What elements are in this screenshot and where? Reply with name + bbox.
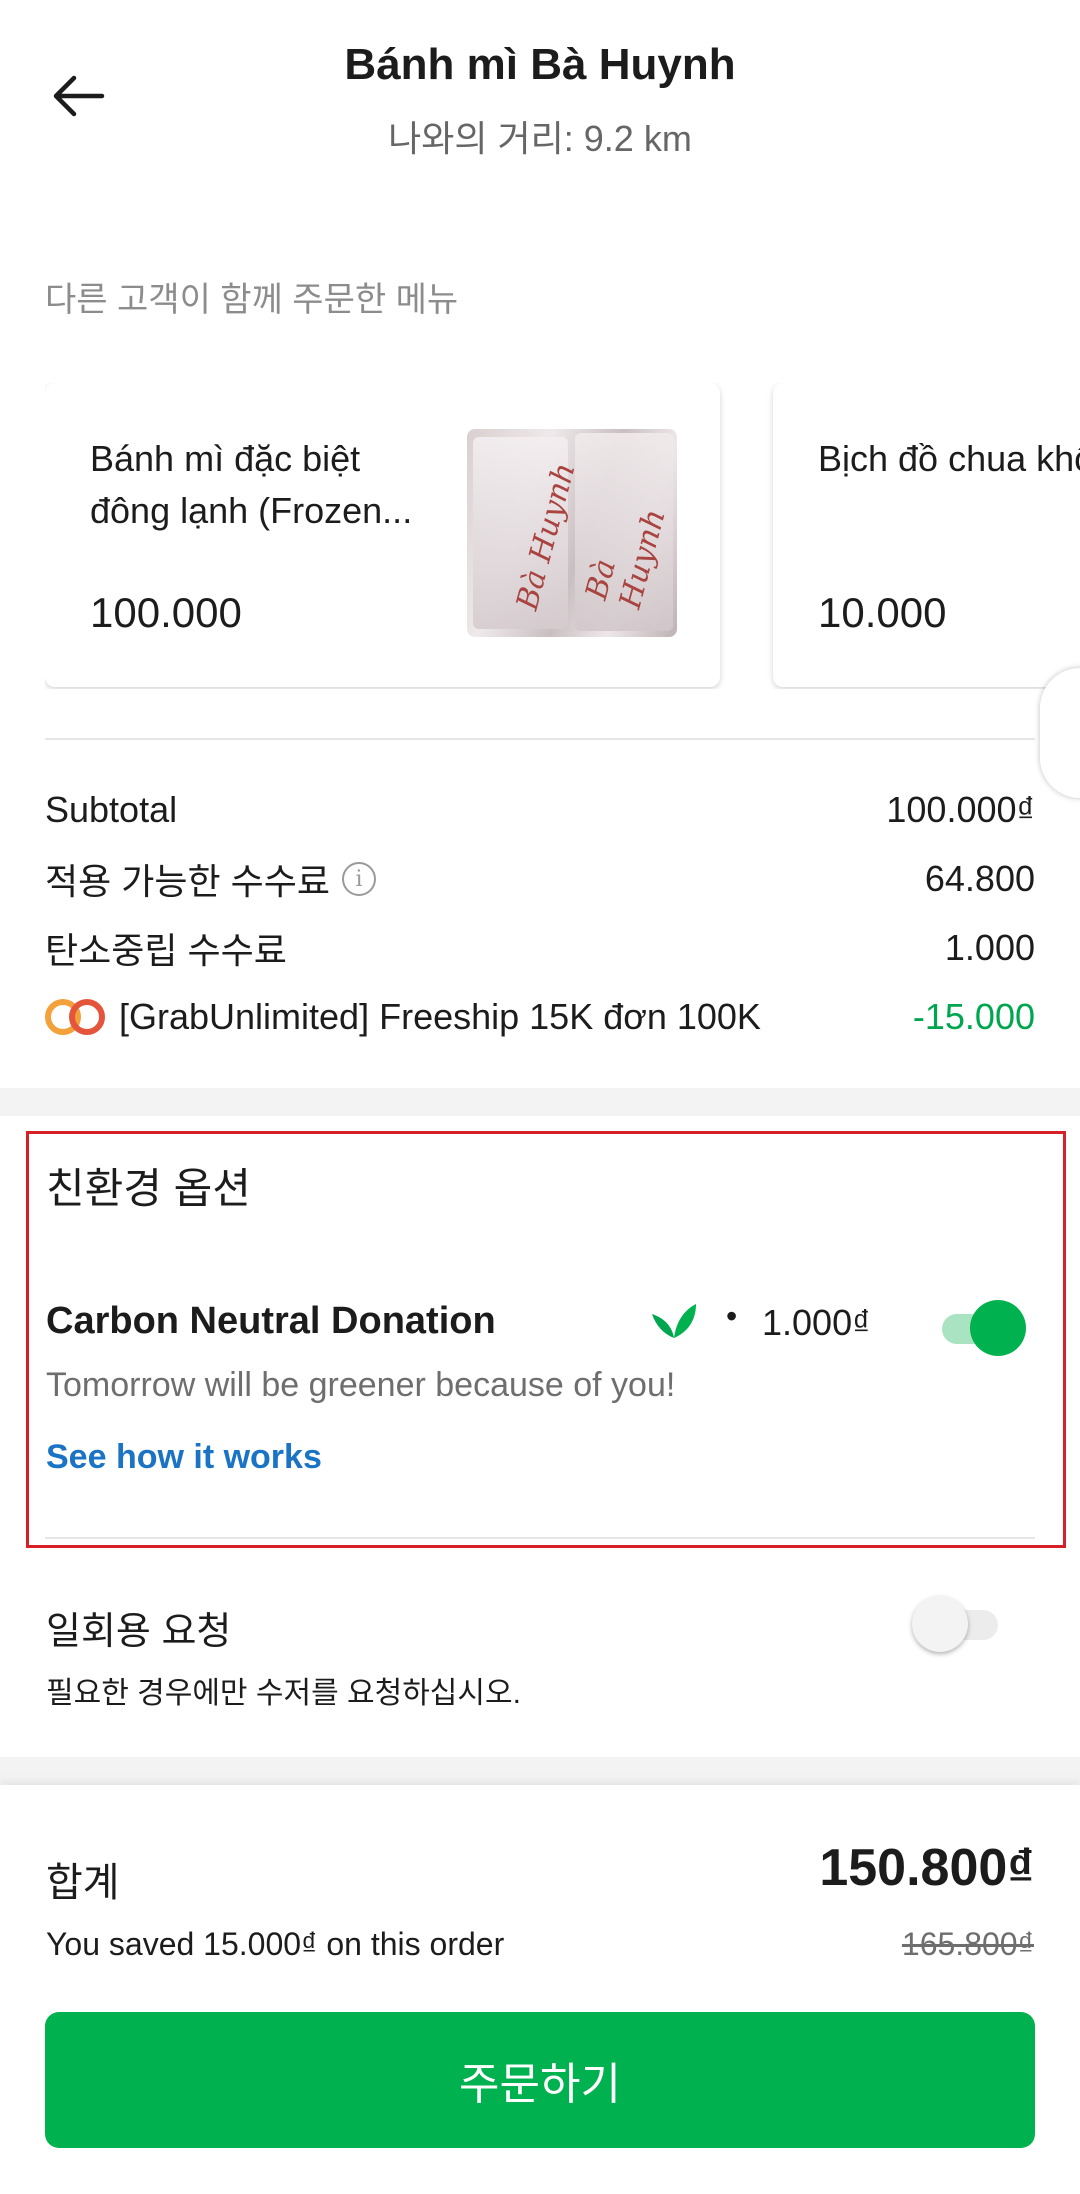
carbon-fee-row: 탄소중립 수수료 1.000	[45, 923, 1035, 973]
divider	[45, 738, 1035, 740]
section-separator	[0, 1088, 1080, 1116]
section-separator	[0, 1757, 1080, 1785]
product-image: Bà Huynh Bà Huynh	[467, 429, 677, 637]
carbon-donation-description: Tomorrow will be greener because of you!	[46, 1366, 676, 1404]
divider	[45, 1537, 1035, 1539]
utensil-request-title: 일회용 요청	[46, 1611, 232, 1653]
header: Bánh mì Bà Huynh 나와의 거리: 9.2 km	[0, 0, 1080, 180]
carousel-scroll-handle[interactable]	[1040, 668, 1080, 798]
place-order-button[interactable]: 주문하기	[45, 2012, 1035, 2148]
service-fee-value: 64.800	[924, 858, 1035, 899]
total-label: 합계	[46, 1861, 120, 1905]
suggestion-card[interactable]: Bịch đồ chua không... 10.000	[773, 383, 1080, 687]
suggestion-name: Bịch đồ chua không...	[818, 438, 1080, 479]
carbon-donation-price: 1.000₫	[762, 1302, 871, 1343]
leaf-icon	[652, 1304, 696, 1338]
see-how-it-works-link[interactable]: See how it works	[46, 1438, 322, 1477]
suggestion-card[interactable]: Bánh mì đặc biệt đông lạnh (Frozen... 10…	[45, 383, 720, 687]
subtotal-value: 100.000₫	[886, 789, 1035, 830]
promo-row: [GrabUnlimited] Freeship 15K đơn 100K -1…	[45, 992, 1035, 1042]
suggestions-label: 다른 고객이 함께 주문한 메뉴	[45, 281, 459, 319]
grab-unlimited-icon	[45, 997, 107, 1037]
utensil-request-description: 필요한 경우에만 수저를 요청하십시오.	[46, 1677, 521, 1710]
suggestion-price: 10.000	[818, 589, 947, 636]
bullet-separator: •	[726, 1298, 738, 1334]
utensil-request-toggle[interactable]	[912, 1596, 1002, 1652]
subtotal-row: Subtotal 100.000₫	[45, 785, 1035, 835]
suggestion-price: 100.000	[90, 589, 242, 636]
original-price: 165.800₫	[901, 1926, 1034, 1962]
carbon-fee-label: 탄소중립 수수료	[45, 930, 287, 971]
carbon-donation-toggle[interactable]	[934, 1300, 1026, 1356]
carbon-fee-value: 1.000	[944, 927, 1035, 968]
promo-value: -15.000	[912, 996, 1035, 1037]
suggestion-name: Bánh mì đặc biệt đông lạnh (Frozen...	[90, 438, 413, 531]
subtotal-label: Subtotal	[45, 789, 178, 830]
eco-options-title: 친환경 옵션	[46, 1165, 251, 1212]
restaurant-title: Bánh mì Bà Huynh	[344, 40, 736, 89]
total-value: 150.800₫	[819, 1839, 1034, 1897]
service-fee-label: 적용 가능한 수수료	[45, 861, 330, 902]
suggestion-carousel[interactable]: Bánh mì đặc biệt đông lạnh (Frozen... 10…	[45, 383, 1080, 689]
savings-text: You saved 15.000₫ on this order	[46, 1926, 505, 1962]
service-fee-row: 적용 가능한 수수료 i 64.800	[45, 854, 1035, 904]
carbon-donation-title: Carbon Neutral Donation	[46, 1300, 496, 1342]
distance-text: 나와의 거리: 9.2 km	[388, 118, 692, 159]
promo-label: [GrabUnlimited] Freeship 15K đơn 100K	[119, 996, 761, 1037]
info-icon[interactable]: i	[341, 862, 376, 896]
